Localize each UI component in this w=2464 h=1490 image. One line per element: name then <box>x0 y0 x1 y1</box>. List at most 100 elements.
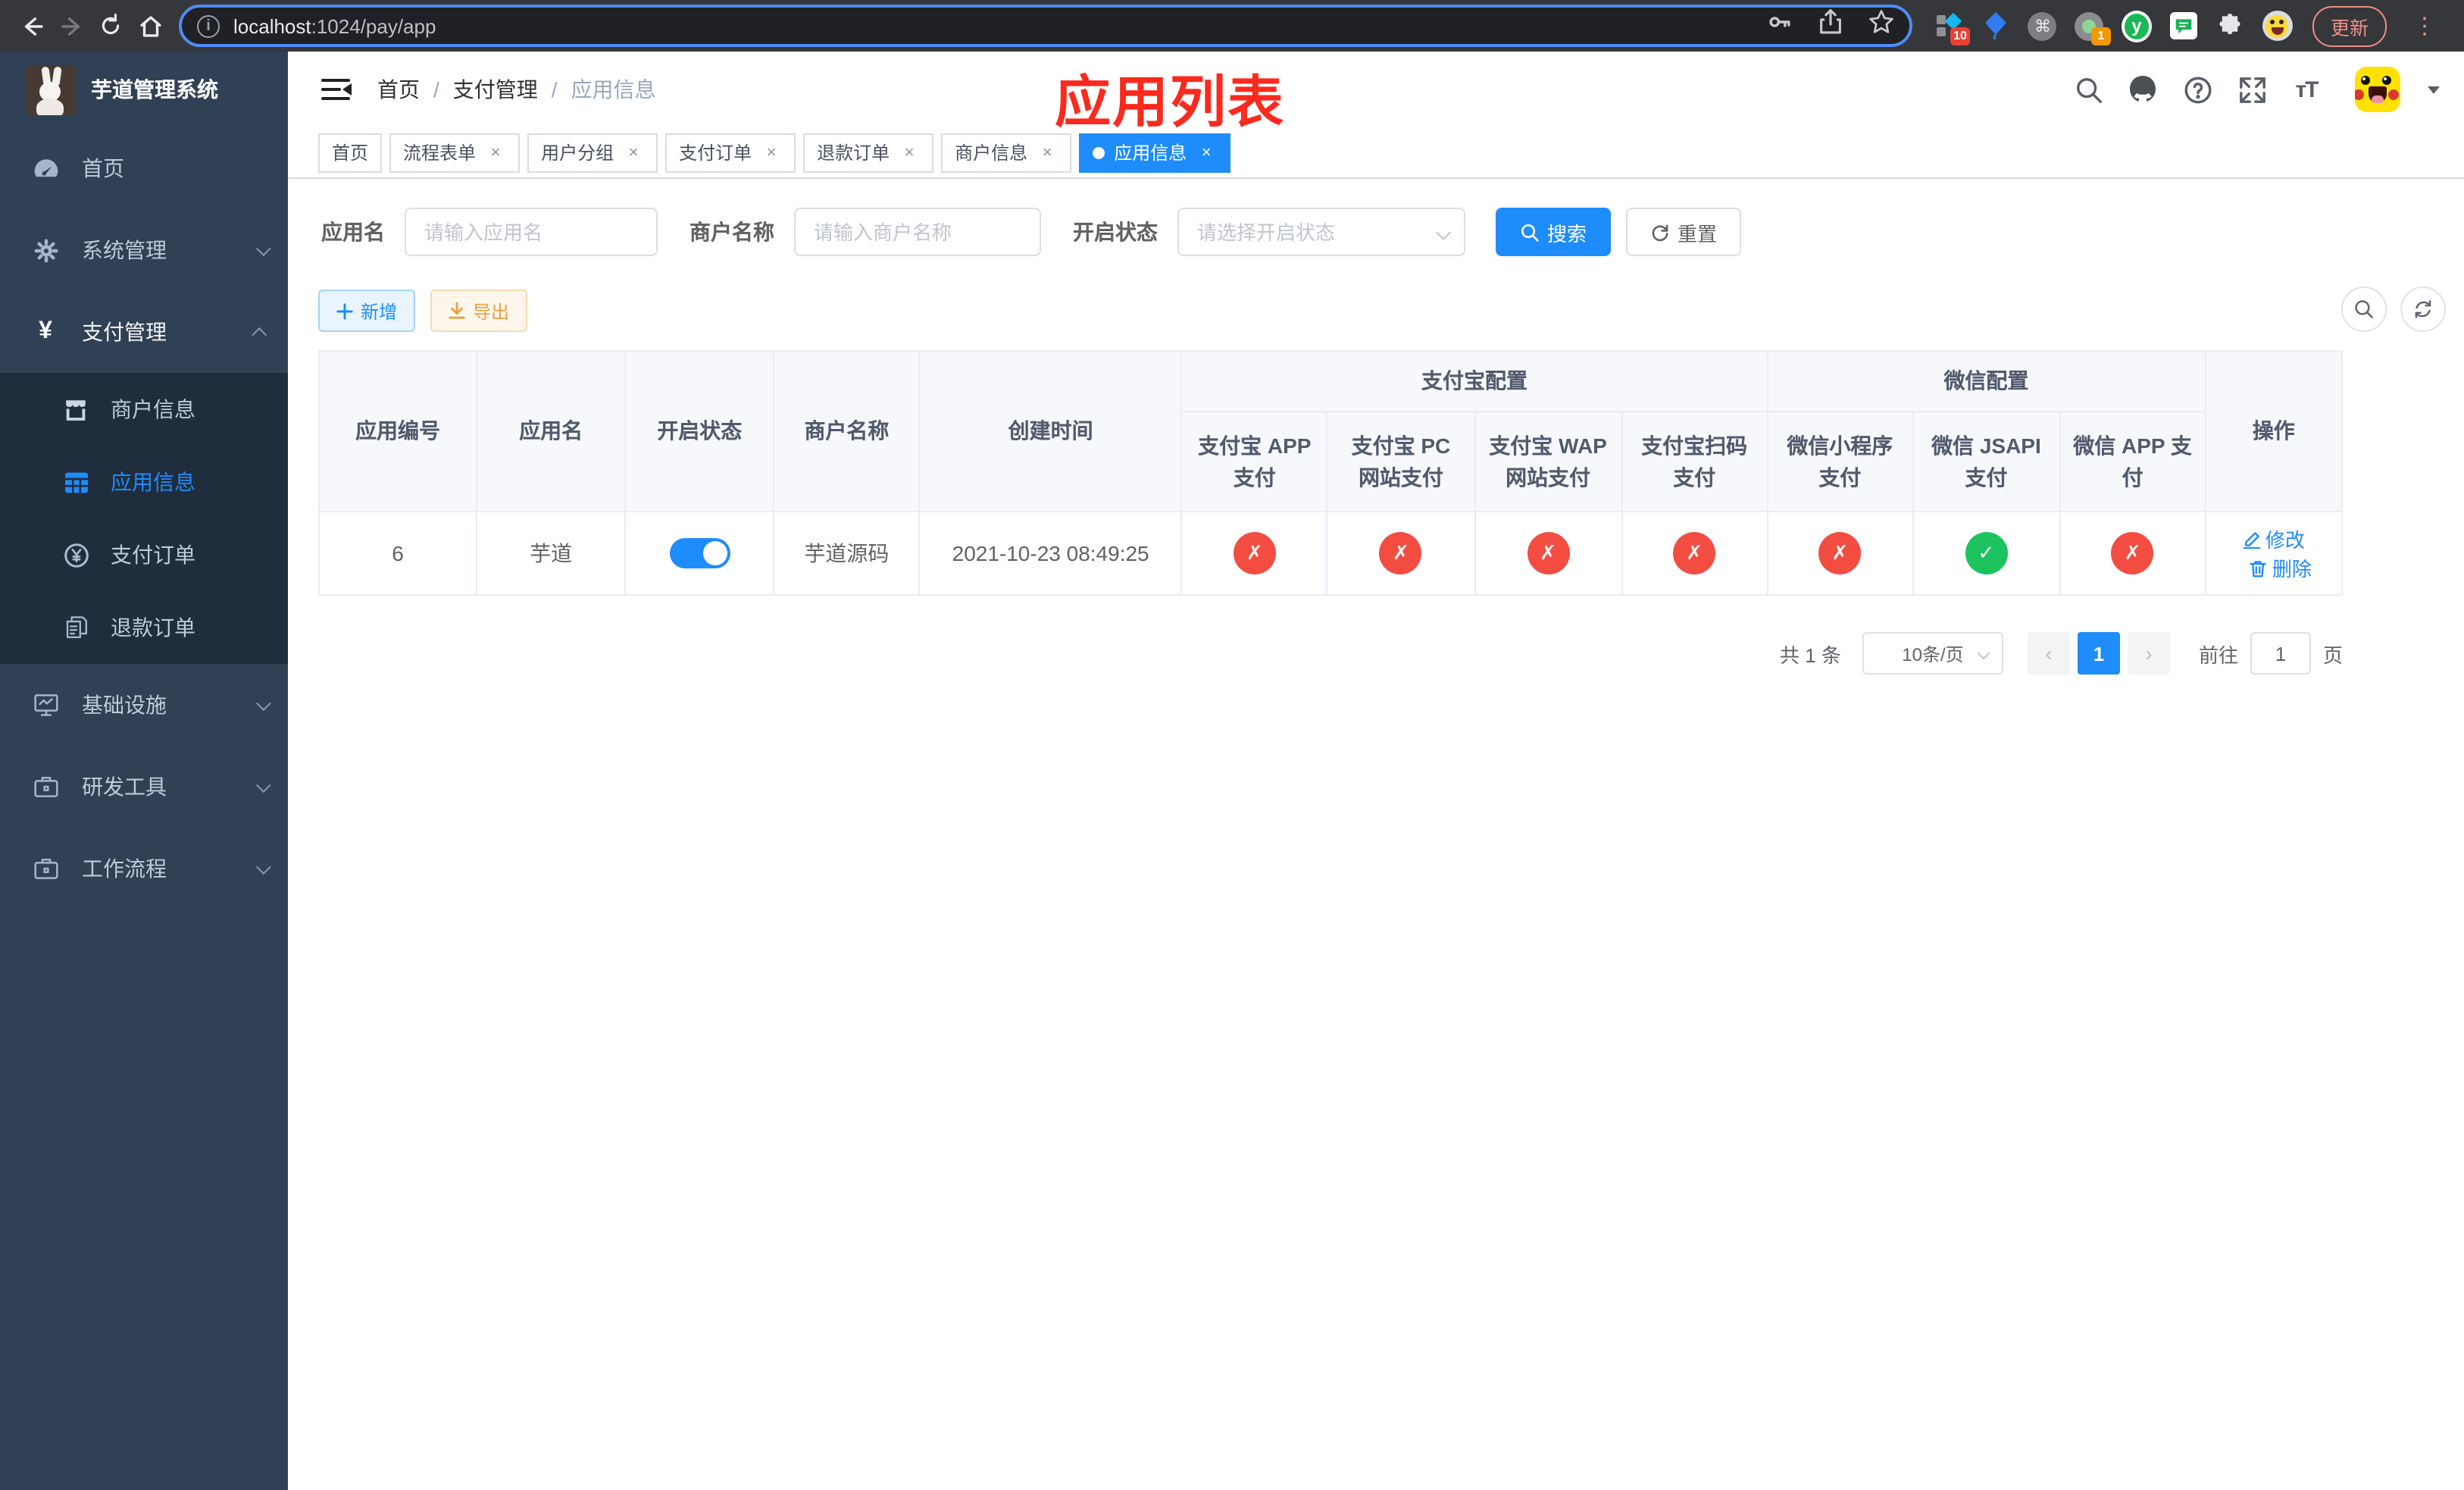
col-wx-mini: 微信小程序支付 <box>1766 411 1914 512</box>
enabled-toggle[interactable] <box>669 538 730 568</box>
address-bar[interactable]: i localhost:1024/pay/app <box>179 5 1912 47</box>
edit-link[interactable]: 修改 <box>2243 524 2305 553</box>
close-icon[interactable]: × <box>761 142 782 163</box>
col-alipay-qr: 支付宝扫码支付 <box>1621 411 1768 512</box>
github-icon[interactable] <box>2128 74 2158 105</box>
sidebar-item-home[interactable]: 首页 <box>0 127 288 209</box>
font-size-icon[interactable]: тT <box>2291 74 2322 105</box>
total-count: 共 1 条 <box>1780 643 1841 666</box>
sidebar: 芋道管理系统 首页 系统管理 ¥ 支付管理 商户信息 应用信息 支付订单 退款订… <box>0 52 288 1490</box>
page-content: 应用名 商户名称 开启状态 <box>288 179 2464 1490</box>
tab-home[interactable]: 首页 <box>318 133 383 172</box>
tab-user-group[interactable]: 用户分组 × <box>527 133 658 172</box>
col-alipay-wap: 支付宝 WAP 网站支付 <box>1473 411 1623 512</box>
screen: i localhost:1024/pay/app 10 ⌘ 1 y 更新 ⋮ 芋… <box>0 0 2464 1490</box>
tab-refund-order[interactable]: 退款订单 × <box>803 133 934 172</box>
cell-alipay-app: ✗ <box>1180 511 1328 596</box>
navbar: 首页 / 支付管理 / 应用信息 тT <box>288 52 2464 127</box>
sidebar-item-workflow[interactable]: 工作流程 <box>0 828 288 909</box>
avatar-caret-icon[interactable] <box>2428 86 2440 93</box>
sidebar-item-infra[interactable]: 基础设施 <box>0 664 288 746</box>
briefcase-icon <box>32 775 59 799</box>
sidebar-item-pay-order[interactable]: 支付订单 <box>0 518 288 591</box>
store-icon <box>62 398 89 421</box>
close-icon[interactable]: × <box>623 142 644 163</box>
page-size-select[interactable]: 10条/页 <box>1862 632 2003 675</box>
close-icon[interactable]: × <box>485 142 506 163</box>
reload-button[interactable] <box>91 6 130 45</box>
bookmark-star-icon[interactable] <box>1868 9 1894 42</box>
site-info-icon[interactable]: i <box>197 14 220 37</box>
delete-link[interactable]: 删除 <box>2250 553 2312 582</box>
merchant-name-label: 商户名称 <box>689 220 774 244</box>
app-name-input[interactable] <box>405 208 658 256</box>
sidebar-item-system[interactable]: 系统管理 <box>0 209 288 291</box>
breadcrumb-home[interactable]: 首页 <box>377 74 420 105</box>
reset-button[interactable]: 重置 <box>1626 208 1742 256</box>
password-key-icon[interactable] <box>1767 9 1793 42</box>
extension-command-icon[interactable]: ⌘ <box>2028 11 2058 41</box>
cell-created: 2021-10-23 08:49:25 <box>918 511 1183 596</box>
search-icon[interactable] <box>2073 74 2103 105</box>
grid-table-icon <box>62 471 89 493</box>
extensions-puzzle-icon[interactable] <box>2215 11 2246 41</box>
user-avatar[interactable] <box>2355 67 2400 112</box>
close-icon[interactable]: × <box>1196 142 1217 163</box>
help-icon[interactable] <box>2182 74 2212 105</box>
browser-toolbar: i localhost:1024/pay/app 10 ⌘ 1 y 更新 ⋮ <box>0 0 2464 52</box>
tab-app-info[interactable]: 应用信息 × <box>1079 133 1231 172</box>
app-title: 芋道管理系统 <box>91 77 218 102</box>
table-toolbar: 新增 导出 <box>318 286 2449 332</box>
search-button[interactable]: 搜索 <box>1496 208 1612 256</box>
sidebar-item-app-info[interactable]: 应用信息 <box>0 446 288 518</box>
collapse-sidebar-icon[interactable] <box>321 78 352 101</box>
breadcrumb-pay[interactable]: 支付管理 <box>453 74 538 105</box>
toggle-search-button[interactable] <box>2341 286 2387 332</box>
home-button[interactable] <box>130 6 170 45</box>
chrome-menu-icon[interactable]: ⋮ <box>2412 12 2437 39</box>
sidebar-item-devtools[interactable]: 研发工具 <box>0 746 288 828</box>
status-select[interactable] <box>1177 208 1465 256</box>
extension-camera-icon[interactable]: 1 <box>2075 11 2111 45</box>
page-annotation: 应用列表 <box>1055 71 1285 133</box>
col-wx-app: 微信 APP 支付 <box>2059 411 2206 512</box>
profile-avatar-icon[interactable] <box>2262 11 2293 41</box>
back-button[interactable] <box>12 6 52 45</box>
page-number-1[interactable]: 1 <box>2077 632 2120 675</box>
add-button[interactable]: 新增 <box>318 290 416 332</box>
cell-wx-mini: ✗ <box>1766 511 1914 596</box>
tab-pay-order[interactable]: 支付订单 × <box>665 133 796 172</box>
fullscreen-icon[interactable] <box>2237 74 2267 105</box>
tags-view: 首页 流程表单 × 用户分组 × 支付订单 × 退款订单 × 商户信息 × 应用信息 × <box>288 127 2464 179</box>
prev-page-button[interactable]: ‹ <box>2027 632 2070 675</box>
sidebar-item-refund-order[interactable]: 退款订单 <box>0 591 288 664</box>
chevron-down-icon <box>255 777 271 793</box>
extension-kite-icon[interactable] <box>1981 11 2011 41</box>
tab-merchant-info[interactable]: 商户信息 × <box>941 133 1072 172</box>
active-dot <box>1093 146 1105 158</box>
extension-chat-icon[interactable] <box>2169 11 2199 41</box>
app-name-label: 应用名 <box>321 220 385 244</box>
goto-page-input[interactable] <box>2250 632 2311 675</box>
url-text[interactable]: localhost:1024/pay/app <box>233 14 1755 37</box>
share-icon[interactable] <box>1818 9 1843 42</box>
sidebar-item-merchant[interactable]: 商户信息 <box>0 373 288 446</box>
forward-button[interactable] <box>52 6 91 45</box>
logo-rabbit-image <box>26 64 76 114</box>
export-button[interactable]: 导出 <box>430 290 528 332</box>
close-icon[interactable]: × <box>899 142 920 163</box>
extension-y-icon[interactable]: y <box>2121 10 2152 42</box>
yen-circle-icon <box>62 542 89 568</box>
sidebar-item-pay[interactable]: ¥ 支付管理 <box>0 291 288 373</box>
col-alipay-pc: 支付宝 PC 网站支付 <box>1326 411 1476 512</box>
extension-grid-icon[interactable]: 10 <box>1934 11 1970 45</box>
chrome-update-button[interactable]: 更新 <box>2312 5 2387 46</box>
close-icon[interactable]: × <box>1037 142 1058 163</box>
tab-process-form[interactable]: 流程表单 × <box>389 133 521 172</box>
cell-app-id: 6 <box>317 511 478 596</box>
merchant-name-input[interactable] <box>794 208 1041 256</box>
next-page-button[interactable]: › <box>2127 632 2170 675</box>
refresh-button[interactable] <box>2400 286 2446 332</box>
col-wx-jsapi: 微信 JSAPI 支付 <box>1912 411 2061 512</box>
app-logo: 芋道管理系统 <box>0 52 288 127</box>
